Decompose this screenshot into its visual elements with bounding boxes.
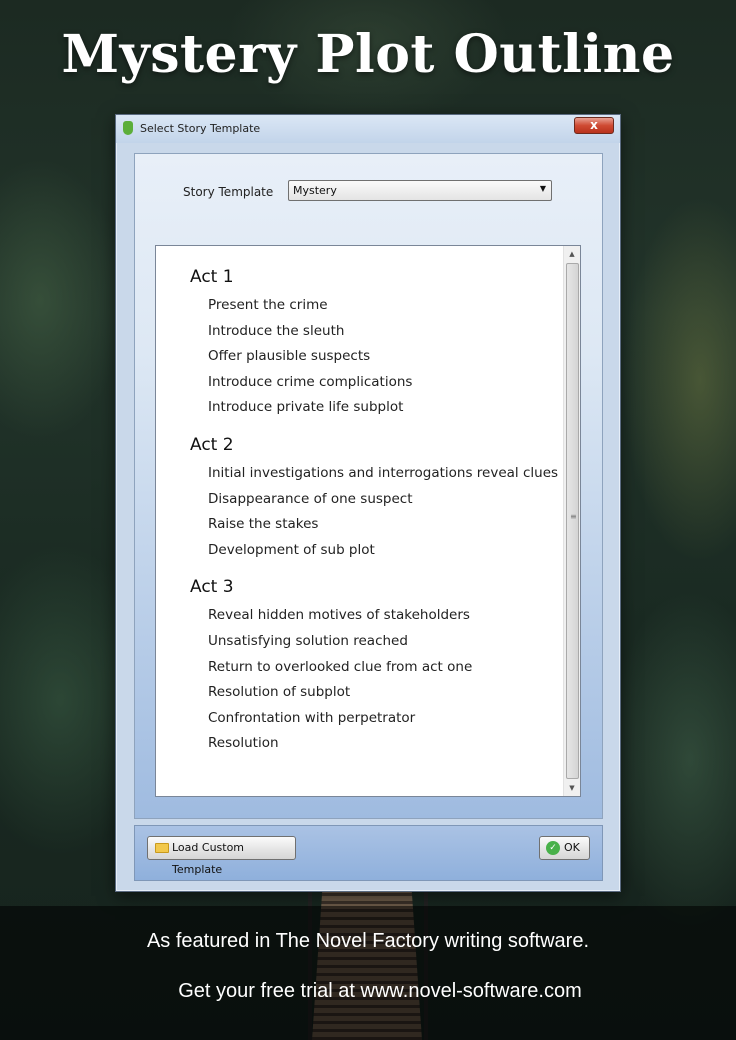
- outline-item: Reveal hidden motives of stakeholders: [208, 607, 470, 624]
- outline-item: Introduce the sleuth: [208, 322, 345, 339]
- scrollbar-thumb[interactable]: ≡: [566, 263, 579, 779]
- outline-item: Return to overlooked clue from act one: [208, 658, 473, 675]
- outline-item: Introduce crime complications: [208, 373, 413, 390]
- check-icon: ✓: [546, 841, 560, 855]
- load-custom-template-button[interactable]: Load Custom Template: [147, 836, 296, 876]
- poster-title: Mystery Plot Outline: [61, 24, 675, 85]
- tagline: As featured in The Novel Factory writing…: [146, 930, 590, 952]
- outline-item: Confrontation with perpetrator: [208, 709, 416, 726]
- outline-item: Offer plausible suspects: [208, 348, 371, 365]
- outline-item: Development of sub plot: [208, 541, 375, 558]
- act-section: Act 2 Initial investigations and interrog…: [190, 432, 558, 564]
- dialog-footer: Load Custom Template ✓ OK: [134, 825, 603, 881]
- outline-item: Present the crime: [208, 297, 328, 313]
- close-icon: x: [590, 118, 598, 132]
- chevron-down-icon: ▼: [539, 184, 546, 193]
- load-custom-template-label: Load Custom Template: [172, 841, 245, 876]
- grip-icon: ≡: [570, 512, 577, 521]
- outline-item: Disappearance of one suspect: [208, 490, 413, 507]
- outline-scrollbar[interactable]: ▲ ≡ ▼: [563, 246, 580, 796]
- act-heading: Act 1: [190, 267, 234, 287]
- bottom-banner: [0, 906, 736, 1040]
- ok-button[interactable]: ✓ OK: [539, 836, 590, 860]
- dialog-client-area: Story Template Mystery ▼ Act 1 Present th…: [134, 153, 603, 819]
- outline-item: Resolution: [208, 735, 279, 752]
- arrow-up-icon[interactable]: ▲: [564, 246, 580, 262]
- story-template-select[interactable]: Mystery ▼: [288, 180, 552, 201]
- outline-item: Unsatisfying solution reached: [208, 632, 408, 649]
- story-template-label: Story Template: [183, 185, 274, 199]
- outline-item: Raise the stakes: [208, 516, 319, 533]
- act-section: Act 1 Present the crime Introduce the sleu…: [190, 264, 558, 422]
- outline-item: Introduce private life subplot: [208, 399, 404, 416]
- window-titlebar[interactable]: Select Story Template x: [116, 115, 620, 143]
- template-outline-panel[interactable]: Act 1 Present the crime Introduce the sleu…: [155, 245, 581, 797]
- call-to-action: Get your free trial at www.novel-softwar…: [178, 980, 582, 1002]
- window-title: Select Story Template: [140, 122, 261, 135]
- folder-icon: [155, 843, 169, 853]
- close-button[interactable]: x: [574, 117, 614, 134]
- app-icon: [123, 121, 133, 135]
- outline-item: Initial investigations and interrogation…: [208, 464, 559, 481]
- select-story-template-dialog: Select Story Template x Story Template M…: [115, 114, 621, 892]
- ok-label: OK: [564, 841, 580, 854]
- outline-item: Resolution of subplot: [208, 684, 351, 701]
- story-template-selected-value: Mystery: [293, 184, 337, 197]
- outline-content: Act 1 Present the crime Introduce the sleu…: [190, 264, 558, 768]
- act-heading: Act 2: [190, 434, 234, 455]
- act-heading: Act 3: [190, 577, 234, 598]
- arrow-down-icon[interactable]: ▼: [564, 780, 580, 796]
- act-section: Act 3 Reveal hidden motives of stakeholde…: [190, 574, 558, 758]
